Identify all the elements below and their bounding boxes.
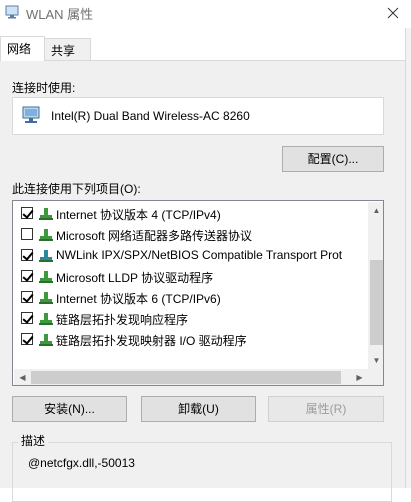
scroll-right-icon[interactable]: ▶ [351,369,368,385]
green-protocol-icon [39,208,53,220]
scroll-up-icon[interactable]: ▲ [368,202,383,219]
horizontal-scroll-thumb[interactable] [31,371,341,384]
item-label: Microsoft LLDP 协议驱动程序 [56,271,214,285]
green-protocol-icon [39,271,53,283]
tab-network[interactable]: 网络 [0,36,45,61]
adapter-name: Intel(R) Dual Band Wireless-AC 8260 [51,109,250,123]
configure-button[interactable]: 配置(C)... [282,146,384,172]
scrollbar-corner [368,369,383,385]
scroll-left-icon[interactable]: ◀ [14,369,31,385]
list-item[interactable]: Microsoft 网络适配器多路传送器协议 [19,224,369,245]
item-label: Microsoft 网络适配器多路传送器协议 [56,229,253,243]
window-edge [405,28,411,488]
items-label: 此连接使用下列项目(O): [12,182,141,196]
tab-sharing[interactable]: 共享 [45,38,91,61]
green-protocol-icon [39,229,53,241]
item-checkbox[interactable] [21,207,33,219]
green-protocol-icon [39,292,53,304]
description-title: 描述 [18,432,49,449]
list-item[interactable]: 链路层拓扑发现映射器 I/O 驱动程序 [19,329,369,350]
list-item[interactable]: Microsoft LLDP 协议驱动程序 [19,266,369,287]
vertical-scrollbar[interactable]: ▲ ▼ [368,202,383,369]
description-text: @netcfgx.dll,-50013 [28,456,135,470]
item-label: 链路层拓扑发现响应程序 [56,313,189,327]
teal-protocol-icon [39,250,53,262]
list-item[interactable]: 链路层拓扑发现响应程序 [19,308,369,329]
item-label: NWLink IPX/SPX/NetBIOS Compatible Transp… [56,248,343,262]
close-icon [387,7,399,19]
green-protocol-icon [39,334,53,346]
item-checkbox[interactable] [21,228,33,240]
list-item[interactable]: Internet 协议版本 4 (TCP/IPv4) [19,203,369,224]
components-list[interactable]: Internet 协议版本 4 (TCP/IPv4) Microsoft 网络适配… [12,200,384,386]
description-group [12,442,392,502]
vertical-scroll-thumb[interactable] [370,260,383,345]
item-label: Internet 协议版本 6 (TCP/IPv6) [56,292,221,306]
install-button[interactable]: 安装(N)... [12,396,127,422]
item-checkbox[interactable] [21,333,33,345]
tab-network-label: 网络 [7,42,32,56]
adapter-box: Intel(R) Dual Band Wireless-AC 8260 [12,97,384,135]
horizontal-scrollbar[interactable]: ◀ ▶ [14,369,368,385]
window-title: WLAN 属性 [26,7,94,22]
properties-button[interactable]: 属性(R) [268,396,384,422]
uninstall-button[interactable]: 卸载(U) [141,396,256,422]
green-protocol-icon [39,313,53,325]
item-checkbox[interactable] [21,312,33,324]
item-checkbox[interactable] [21,249,33,261]
connect-using-label: 连接时使用: [12,81,76,95]
network-adapter-icon [22,106,40,123]
close-button[interactable] [376,0,411,26]
item-label: Internet 协议版本 4 (TCP/IPv4) [56,208,221,222]
title-bar: WLAN 属性 [0,0,411,28]
list-item[interactable]: NWLink IPX/SPX/NetBIOS Compatible Transp… [19,245,369,266]
item-checkbox[interactable] [21,291,33,303]
list-item[interactable]: Internet 协议版本 6 (TCP/IPv6) [19,287,369,308]
network-adapter-icon [5,5,19,19]
tab-sharing-label: 共享 [51,44,76,58]
scroll-down-icon[interactable]: ▼ [368,352,383,369]
item-checkbox[interactable] [21,270,33,282]
item-label: 链路层拓扑发现映射器 I/O 驱动程序 [56,334,247,348]
